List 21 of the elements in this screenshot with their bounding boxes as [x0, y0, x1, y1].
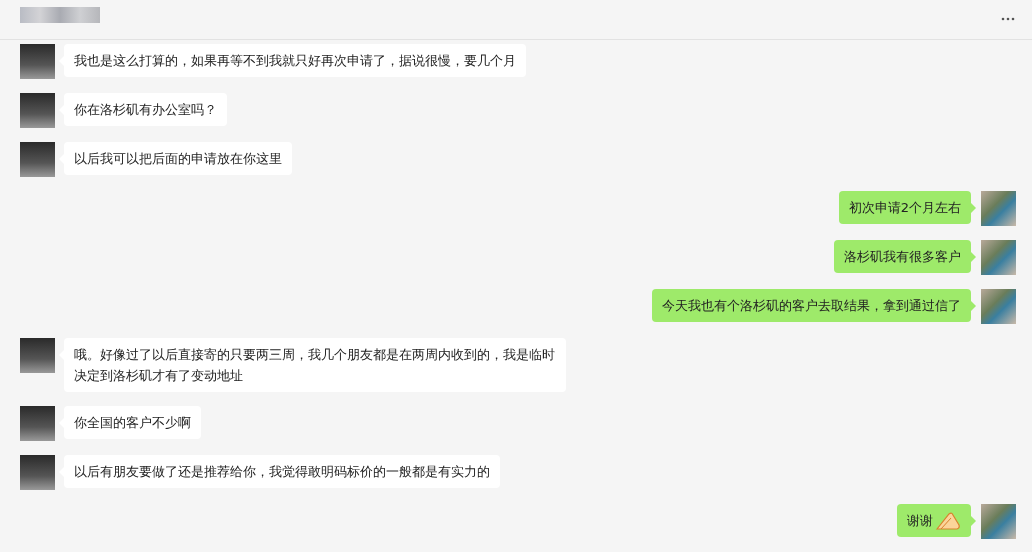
avatar[interactable]: [20, 93, 55, 128]
bubble-tail-icon: [971, 516, 976, 526]
avatar[interactable]: [20, 455, 55, 490]
avatar[interactable]: [20, 338, 55, 373]
message-bubble: 以后有朋友要做了还是推荐给你，我觉得敢明码标价的一般都是有实力的: [64, 455, 500, 488]
avatar[interactable]: [20, 406, 55, 441]
message-bubble: 以后我可以把后面的申请放在你这里: [64, 142, 292, 175]
bubble-tail-icon: [971, 203, 976, 213]
avatar[interactable]: [20, 142, 55, 177]
message-bubble: 你全国的客户不少啊: [64, 406, 201, 439]
message-bubble: 今天我也有个洛杉矶的客户去取结果，拿到通过信了: [652, 289, 971, 322]
message-bubble: 哦。好像过了以后直接寄的只要两三周，我几个朋友都是在两周内收到的，我是临时决定到洛杉矶才有了变动地址: [64, 338, 566, 392]
more-icon[interactable]: [1001, 16, 1015, 21]
bubble-tail-icon: [971, 252, 976, 262]
avatar[interactable]: [20, 44, 55, 79]
message-bubble: 你在洛杉矶有办公室吗？: [64, 93, 227, 126]
message-bubble: 我也是这么打算的，如果再等不到我就只好再次申请了，据说很慢，要几个月: [64, 44, 526, 77]
bubble-tail-icon: [971, 301, 976, 311]
message-bubble: 洛杉矶我有很多客户: [834, 240, 971, 273]
message-bubble: 谢谢: [897, 504, 971, 537]
message-bubble: 初次申请2个月左右: [838, 191, 971, 224]
